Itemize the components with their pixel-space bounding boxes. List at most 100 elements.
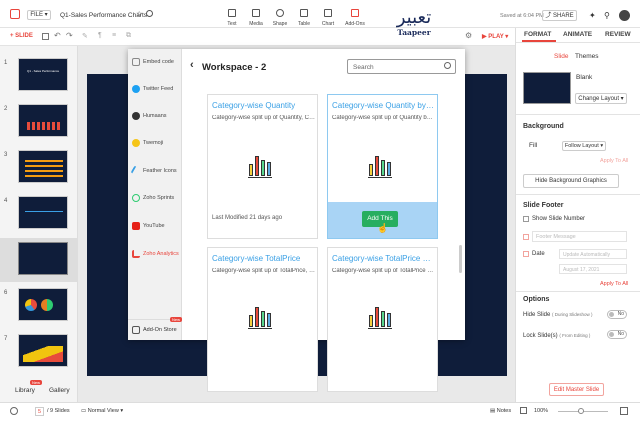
current-slide-input[interactable]: 5	[35, 407, 44, 416]
paint-icon[interactable]: ✎	[82, 32, 88, 40]
slide-thumbnail-1[interactable]: Q1 - Sales Performance	[18, 58, 68, 91]
addon-item-analytics[interactable]: Zoho Analytics	[130, 246, 182, 262]
brand-logo: تعبير Taapeer	[384, 8, 444, 46]
align-icon[interactable]: ≡	[112, 32, 116, 39]
tab-animate[interactable]: ANIMATE	[563, 31, 592, 38]
avatar[interactable]	[619, 10, 630, 21]
slide-thumbnail-4[interactable]	[18, 196, 68, 229]
addon-item-humaans[interactable]: Humaans	[130, 108, 182, 124]
app-logo-icon[interactable]	[10, 9, 20, 19]
hide-slide-toggle[interactable]: No	[607, 310, 627, 319]
addons-tool-label[interactable]: Add-Ons	[345, 21, 365, 27]
date-checkbox[interactable]	[523, 251, 529, 257]
footer-checkbox[interactable]	[523, 234, 529, 240]
back-arrow-icon[interactable]: ‹	[190, 59, 194, 71]
hide-bg-graphics-label: Hide Background Graphics	[535, 178, 607, 184]
search-input[interactable]: Search	[347, 59, 456, 74]
layout-icon[interactable]	[42, 33, 49, 40]
format-icon[interactable]: ¶	[98, 32, 102, 39]
fullscreen-icon[interactable]	[620, 407, 628, 415]
fill-select[interactable]: Follow Layout ▾	[562, 141, 606, 151]
slide-thumbnail-7[interactable]	[18, 334, 68, 367]
hide-bg-graphics-button[interactable]: Hide Background Graphics	[523, 174, 619, 188]
notes-button[interactable]: ▤ Notes	[490, 408, 511, 414]
media-tool-icon[interactable]	[252, 9, 260, 17]
addon-item-twitter[interactable]: Twitter Feed	[130, 81, 182, 97]
view-mode-label: Normal View	[87, 408, 119, 414]
arrange-icon[interactable]: ⧉	[126, 32, 131, 40]
edit-master-label: Edit Master Slide	[553, 387, 600, 393]
tab-review[interactable]: REVIEW	[605, 31, 631, 38]
chart-tool-icon[interactable]	[324, 9, 332, 17]
add-slide-button[interactable]: + SLIDE	[10, 33, 33, 39]
table-tool-icon[interactable]	[300, 9, 308, 17]
slide-thumbnail-2[interactable]	[18, 104, 68, 137]
lock-slide-hint: ( From Editing )	[559, 333, 591, 338]
scrollbar[interactable]	[459, 245, 462, 273]
apply-to-all-link[interactable]: Apply To All	[600, 158, 628, 164]
thumb-pie	[25, 299, 37, 311]
footer-message-input[interactable]: Footer Message	[532, 231, 627, 242]
bar-chart-icon	[368, 150, 392, 178]
addon-store-button[interactable]: Add-On Store	[128, 319, 182, 340]
share-button[interactable]: ⤴ SHARE	[542, 10, 577, 21]
card-title: Category-wise TotalPrice by Re...	[332, 254, 435, 263]
card-subtitle: Category-wise split up of Quantity by ..…	[332, 115, 435, 121]
media-tool-label[interactable]: Media	[246, 21, 266, 27]
slide-thumbnail-3[interactable]	[18, 150, 68, 183]
star-icon[interactable]: ☆	[136, 10, 142, 18]
date-mode-select[interactable]: Update Automatically	[559, 249, 627, 259]
slide-thumbnail-5[interactable]	[18, 242, 68, 275]
date-value-select[interactable]: August 17, 2021	[559, 264, 627, 274]
zoom-slider-handle[interactable]	[578, 408, 584, 414]
thumb-number: 2	[4, 106, 8, 112]
play-button[interactable]: ▶ PLAY ▾	[482, 33, 508, 40]
report-card-1[interactable]: Category-wise Quantity Category-wise spl…	[207, 94, 318, 239]
view-mode-select[interactable]: ▭ Normal View ▾	[81, 408, 123, 414]
apply-to-all-footer-link[interactable]: Apply To All	[600, 281, 628, 287]
addons-tool-icon[interactable]	[351, 9, 359, 17]
bar-chart-icon	[248, 301, 272, 329]
doc-title[interactable]: Q1-Sales Performance Charts	[60, 12, 147, 19]
emoji-icon	[132, 139, 140, 147]
report-card-2[interactable]: Category-wise Quantity by Reg... Categor…	[327, 94, 438, 239]
addon-item-label: Twemoji	[143, 140, 164, 146]
tab-divider	[516, 42, 640, 43]
lock-slide-toggle[interactable]: No	[607, 330, 627, 339]
addon-item-embed[interactable]: Embed code	[130, 54, 182, 70]
pin-icon[interactable]: ⚲	[604, 11, 610, 20]
subtab-themes[interactable]: Themes	[575, 53, 598, 60]
library-tab[interactable]: Library	[15, 387, 35, 394]
addon-item-twemoji[interactable]: Twemoji	[130, 135, 182, 151]
shape-tool-icon[interactable]	[276, 9, 284, 17]
magic-icon[interactable]: ✦	[589, 11, 596, 20]
fit-icon[interactable]	[520, 407, 527, 414]
slide-thumbnail-6[interactable]	[18, 288, 68, 321]
chat-icon[interactable]	[10, 407, 18, 415]
subtab-slide[interactable]: Slide	[554, 53, 568, 60]
change-layout-button[interactable]: Change Layout ▾	[575, 93, 627, 104]
hide-slide-hint: ( During Slideshow )	[552, 312, 593, 317]
shape-tool-label[interactable]: Shape	[270, 21, 290, 27]
chart-tool-label[interactable]: Chart	[318, 21, 338, 27]
edit-master-slide-button[interactable]: Edit Master Slide	[549, 383, 604, 396]
table-tool-label[interactable]: Table	[294, 21, 314, 27]
redo-icon[interactable]: ↷	[66, 31, 73, 40]
globe-icon[interactable]	[146, 10, 153, 17]
text-tool-icon[interactable]	[228, 9, 236, 17]
addon-item-sprints[interactable]: Zoho Sprints	[130, 190, 182, 206]
gallery-tab[interactable]: Gallery	[49, 387, 70, 394]
tab-format[interactable]: FORMAT	[524, 31, 551, 38]
report-card-3[interactable]: Category-wise TotalPrice Category-wise s…	[207, 247, 318, 392]
addon-item-feather[interactable]: Feather Icons	[130, 163, 182, 179]
undo-icon[interactable]: ↶	[54, 31, 61, 40]
addon-item-youtube[interactable]: YouTube	[130, 218, 182, 234]
report-card-4[interactable]: Category-wise TotalPrice by Re... Catego…	[327, 247, 438, 392]
settings-icon[interactable]: ⚙	[465, 31, 472, 40]
show-slide-number-checkbox[interactable]	[523, 216, 529, 222]
lock-slide-label: Lock Slide(s) ( From Editing )	[523, 333, 590, 339]
text-tool-label[interactable]: Text	[222, 21, 242, 27]
card-footer: Last Modified 21 days ago	[212, 215, 283, 221]
layout-preview[interactable]	[523, 72, 571, 104]
file-menu[interactable]: FILE ▾	[27, 10, 51, 20]
